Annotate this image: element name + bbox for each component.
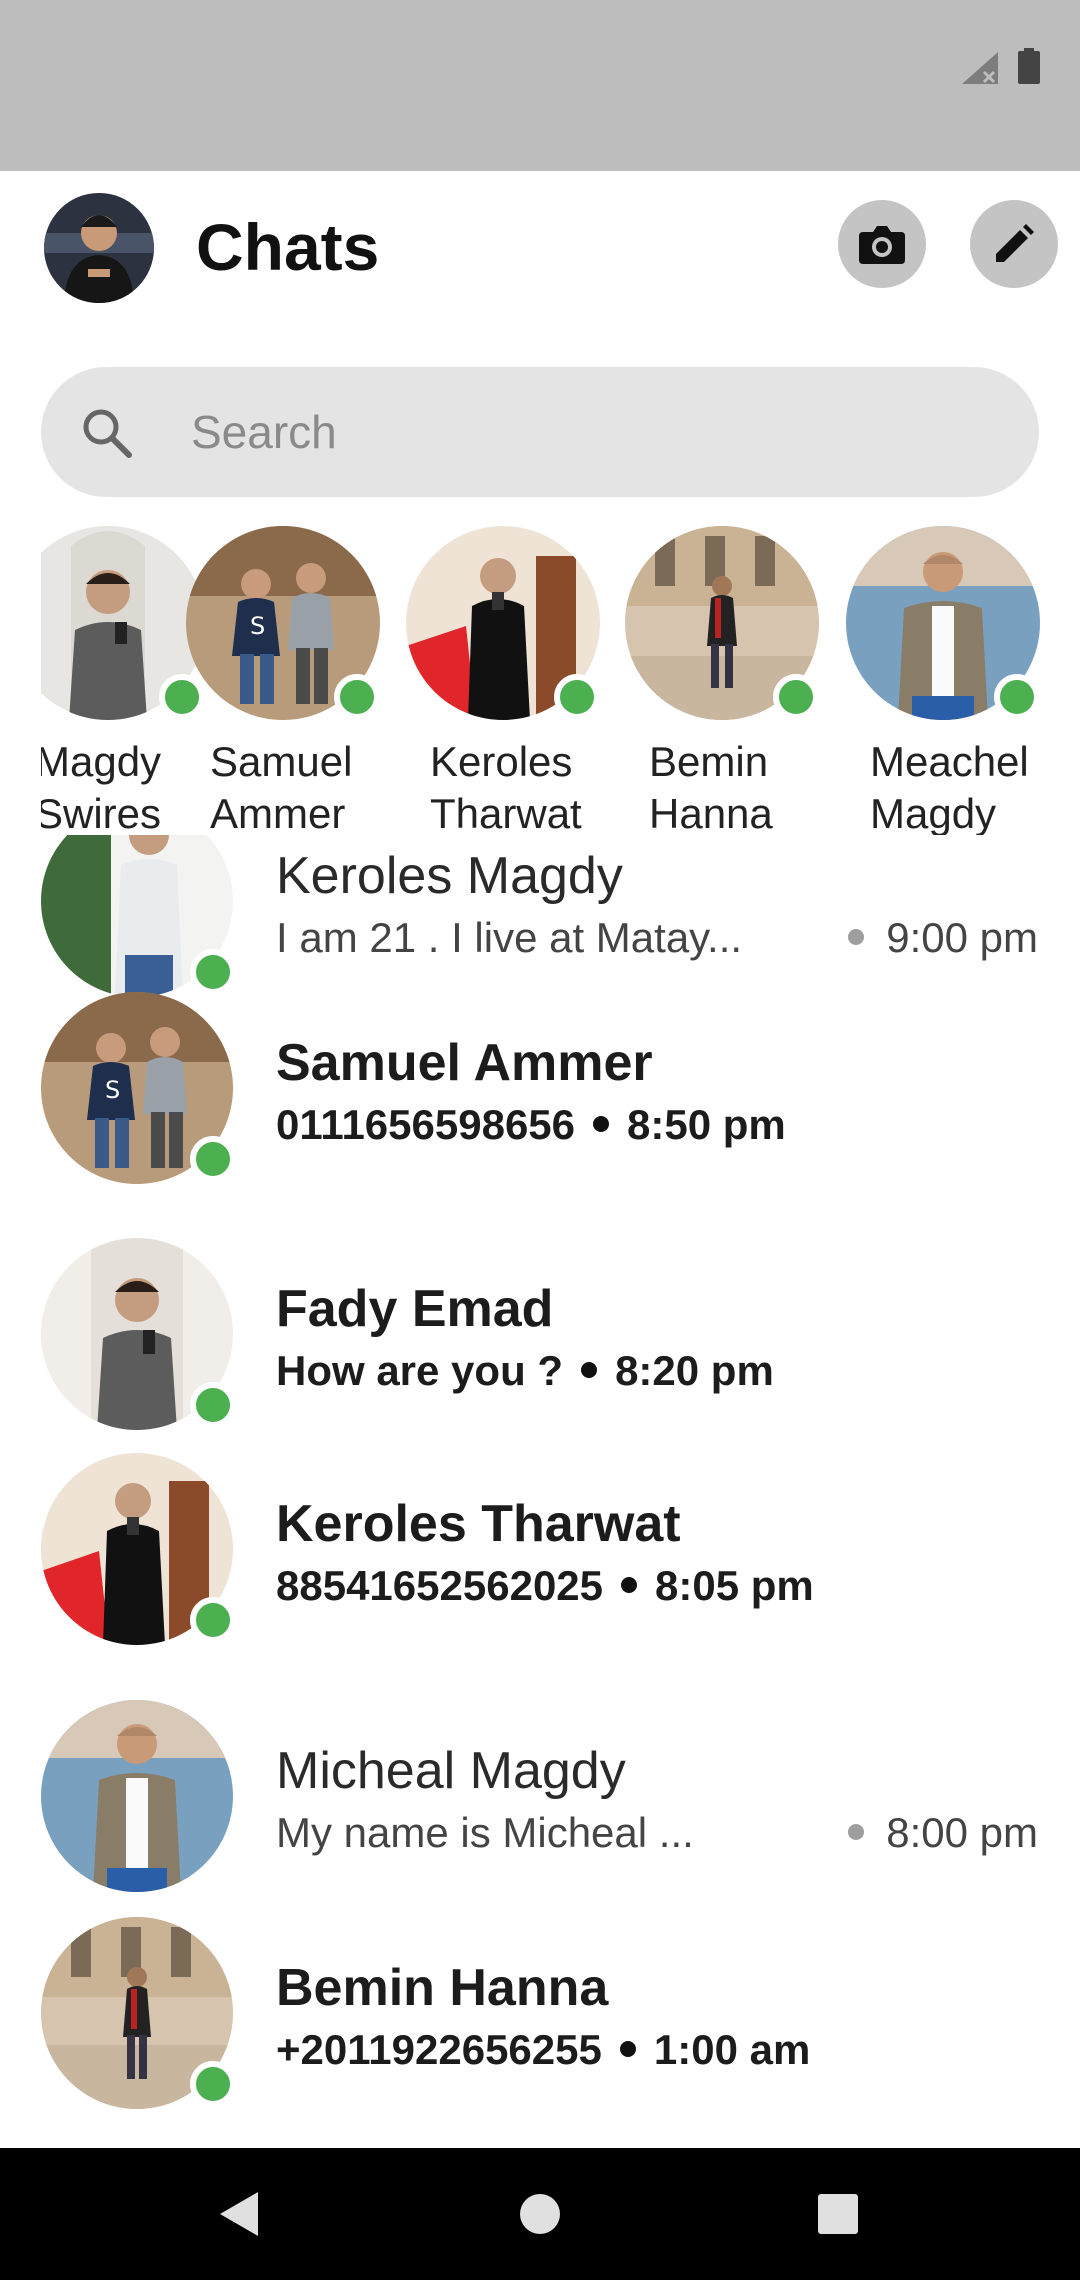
svg-text:S: S xyxy=(105,1076,120,1104)
page-title: Chats xyxy=(196,210,380,284)
chat-time: 8:00 pm xyxy=(848,1808,1038,1858)
home-icon[interactable] xyxy=(510,2184,570,2244)
chat-row[interactable]: Bemin Hanna +2011922656255 1:00 am xyxy=(0,1917,1080,2117)
battery-icon xyxy=(1018,48,1040,84)
chat-snippet: +2011922656255 1:00 am xyxy=(276,2026,811,2073)
online-indicator xyxy=(773,674,819,720)
app-header: Chats xyxy=(0,171,1080,361)
chat-snippet: My name is Micheal ... xyxy=(276,1809,694,1856)
pencil-icon xyxy=(996,224,1034,262)
chat-snippet: 88541652562025 8:05 pm xyxy=(276,1562,814,1609)
active-contacts-row[interactable]: Magdy Swires S Samuel Ammer Keroles Thar… xyxy=(41,520,1080,835)
chat-time: 9:00 pm xyxy=(848,913,1038,963)
story-name: Samuel Ammer xyxy=(210,738,353,835)
online-indicator xyxy=(190,1136,236,1182)
back-icon[interactable] xyxy=(210,2184,270,2244)
chat-name: Fady Emad xyxy=(276,1280,554,1338)
chat-avatar xyxy=(41,1700,233,1892)
chat-row[interactable]: Keroles Magdy I am 21 . I live at Matay.… xyxy=(0,835,1080,1005)
online-indicator xyxy=(190,2061,236,2107)
online-indicator xyxy=(190,1382,236,1428)
chat-row[interactable]: Micheal Magdy My name is Micheal ... 8:0… xyxy=(0,1700,1080,1900)
chat-row[interactable]: Keroles Tharwat 88541652562025 8:05 pm xyxy=(0,1453,1080,1653)
chat-name: Keroles Magdy xyxy=(276,847,623,905)
search-placeholder: Search xyxy=(191,406,337,458)
chat-snippet: 0111656598656 8:50 pm xyxy=(276,1101,786,1148)
chat-list[interactable]: Keroles Magdy I am 21 . I live at Matay.… xyxy=(0,835,1080,2145)
system-nav-bar xyxy=(0,2148,1080,2280)
signal-icon xyxy=(962,52,998,84)
chat-name: Bemin Hanna xyxy=(276,1959,609,2017)
chat-snippet: How are you ? 8:20 pm xyxy=(276,1347,774,1394)
online-indicator xyxy=(190,949,236,995)
online-indicator xyxy=(334,674,380,720)
camera-icon xyxy=(859,226,905,264)
chat-row[interactable]: Fady Emad How are you ? 8:20 pm xyxy=(0,1238,1080,1438)
online-indicator xyxy=(994,674,1040,720)
svg-text:S: S xyxy=(250,612,265,640)
chat-snippet: I am 21 . I live at Matay... xyxy=(276,914,743,961)
profile-avatar[interactable] xyxy=(44,193,154,303)
chat-name: Micheal Magdy xyxy=(276,1742,626,1800)
status-bar xyxy=(0,0,1080,171)
search-bar[interactable]: Search xyxy=(41,367,1039,497)
compose-button[interactable] xyxy=(970,200,1058,288)
online-indicator xyxy=(190,1597,236,1643)
chat-row[interactable]: S Samuel Ammer 0111656598656 8:50 pm xyxy=(0,992,1080,1192)
online-indicator xyxy=(159,674,205,720)
recent-apps-icon[interactable] xyxy=(808,2184,868,2244)
story-name: Meachel Magdy xyxy=(870,738,1029,835)
story-name: Keroles Tharwat xyxy=(430,738,582,835)
online-indicator xyxy=(554,674,600,720)
chat-name: Samuel Ammer xyxy=(276,1034,653,1092)
story-name: Bemin Hanna xyxy=(649,738,773,835)
chat-name: Keroles Tharwat xyxy=(276,1495,681,1553)
search-icon xyxy=(83,409,132,458)
camera-button[interactable] xyxy=(838,200,926,288)
